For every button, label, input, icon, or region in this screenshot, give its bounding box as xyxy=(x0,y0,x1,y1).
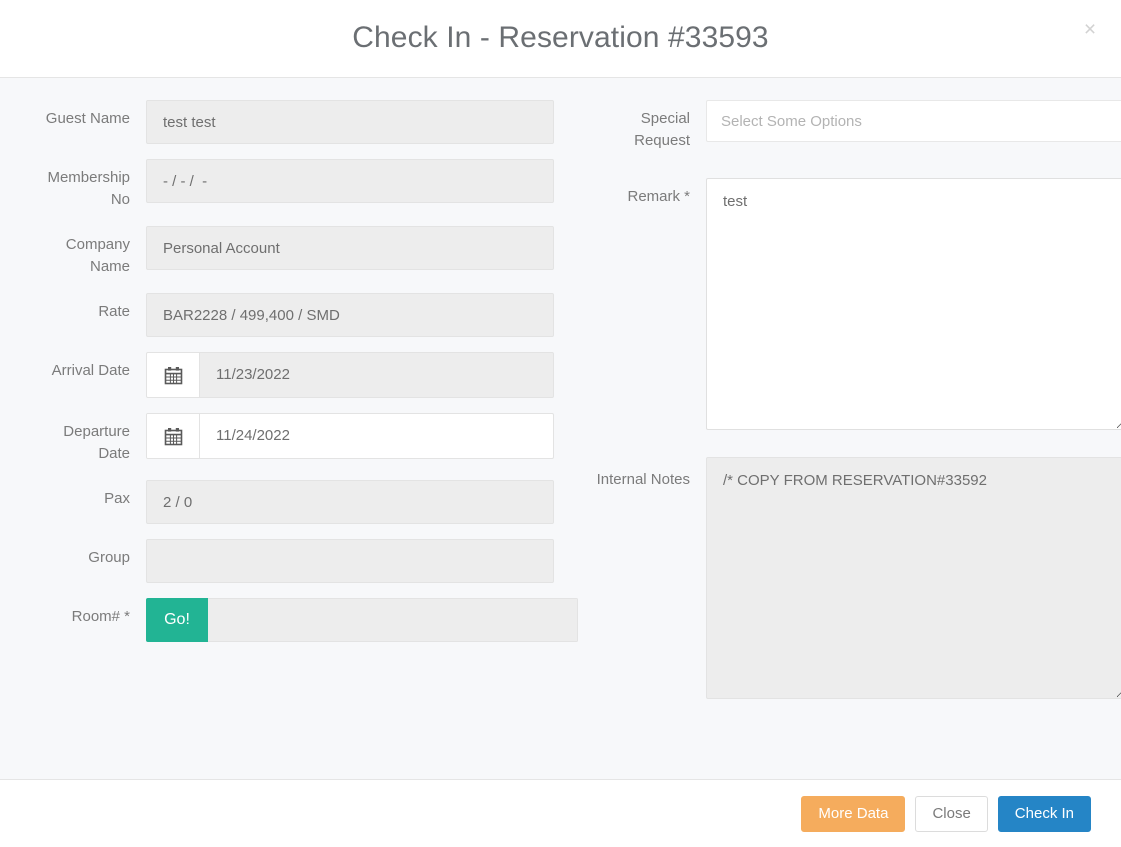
modal-header: Check In - Reservation #33593 × xyxy=(0,0,1121,78)
form-columns: Guest Name Membership No Company Name xyxy=(30,100,1121,714)
calendar-icon[interactable] xyxy=(147,414,200,458)
group-input[interactable] xyxy=(146,539,554,583)
special-request-label: Special Request xyxy=(634,110,690,149)
check-in-button[interactable]: Check In xyxy=(997,795,1091,832)
special-request-select[interactable] xyxy=(706,100,1121,142)
group-label: Group xyxy=(88,549,130,566)
field-remark: Remark * xyxy=(590,178,1121,430)
room-number-control: Go! xyxy=(146,598,578,642)
close-button[interactable]: Close xyxy=(915,795,988,832)
more-data-button[interactable]: More Data xyxy=(801,795,906,832)
special-request-control xyxy=(706,100,1121,142)
room-number-label: Room# * xyxy=(71,608,130,625)
guest-name-control xyxy=(146,100,554,144)
field-rate: Rate xyxy=(30,293,554,337)
arrival-date-label: Arrival Date xyxy=(51,362,130,379)
check-in-modal: Check In - Reservation #33593 × Guest Na… xyxy=(0,0,1121,847)
departure-date-group xyxy=(146,413,554,459)
go-button[interactable]: Go! xyxy=(146,598,208,642)
remark-control xyxy=(706,178,1121,430)
field-pax: Pax xyxy=(30,480,554,524)
arrival-date-control xyxy=(146,352,554,398)
spacer-internal-notes xyxy=(590,445,1121,457)
company-name-input[interactable] xyxy=(146,226,554,270)
membership-no-input[interactable] xyxy=(146,159,554,203)
field-company-name: Company Name xyxy=(30,226,554,278)
arrival-date-input[interactable] xyxy=(200,353,553,395)
rate-control xyxy=(146,293,554,337)
internal-notes-label: Internal Notes xyxy=(596,471,690,488)
pax-control xyxy=(146,480,554,524)
field-room-number: Room# * Go! xyxy=(30,598,578,642)
page-title: Check In - Reservation #33593 xyxy=(352,20,769,54)
field-internal-notes: Internal Notes xyxy=(590,457,1121,699)
calendar-icon[interactable] xyxy=(147,353,200,397)
room-number-group: Go! xyxy=(146,598,578,642)
field-special-request: Special Request xyxy=(590,100,1121,152)
spacer-special-request xyxy=(590,167,1121,178)
field-departure-date: Departure Date xyxy=(30,413,554,465)
membership-no-label: Membership No xyxy=(47,169,130,208)
field-membership-no: Membership No xyxy=(30,159,554,211)
arrival-date-group xyxy=(146,352,554,398)
field-group: Group xyxy=(30,539,554,583)
departure-date-control xyxy=(146,413,554,459)
rate-label: Rate xyxy=(98,303,130,320)
guest-name-label: Guest Name xyxy=(45,110,130,127)
left-column: Guest Name Membership No Company Name xyxy=(30,100,578,714)
guest-name-input[interactable] xyxy=(146,100,554,144)
pax-input[interactable] xyxy=(146,480,554,524)
company-name-label: Company Name xyxy=(65,236,130,275)
field-guest-name: Guest Name xyxy=(30,100,554,144)
remark-textarea[interactable] xyxy=(706,178,1121,430)
modal-body: Guest Name Membership No Company Name xyxy=(0,78,1121,780)
departure-date-label: Departure Date xyxy=(63,423,130,462)
pax-label: Pax xyxy=(104,490,130,507)
internal-notes-textarea[interactable] xyxy=(706,457,1121,699)
right-column: Special Request Remark * Internal Notes xyxy=(590,100,1121,714)
modal-footer: More Data Close Check In xyxy=(0,780,1121,847)
membership-no-control xyxy=(146,159,554,203)
close-icon[interactable]: × xyxy=(1077,16,1103,42)
internal-notes-control xyxy=(706,457,1121,699)
room-number-input[interactable] xyxy=(208,598,578,642)
rate-input[interactable] xyxy=(146,293,554,337)
group-control xyxy=(146,539,554,583)
departure-date-input[interactable] xyxy=(200,414,553,456)
company-name-control xyxy=(146,226,554,270)
field-arrival-date: Arrival Date xyxy=(30,352,554,398)
remark-label: Remark * xyxy=(627,188,690,205)
